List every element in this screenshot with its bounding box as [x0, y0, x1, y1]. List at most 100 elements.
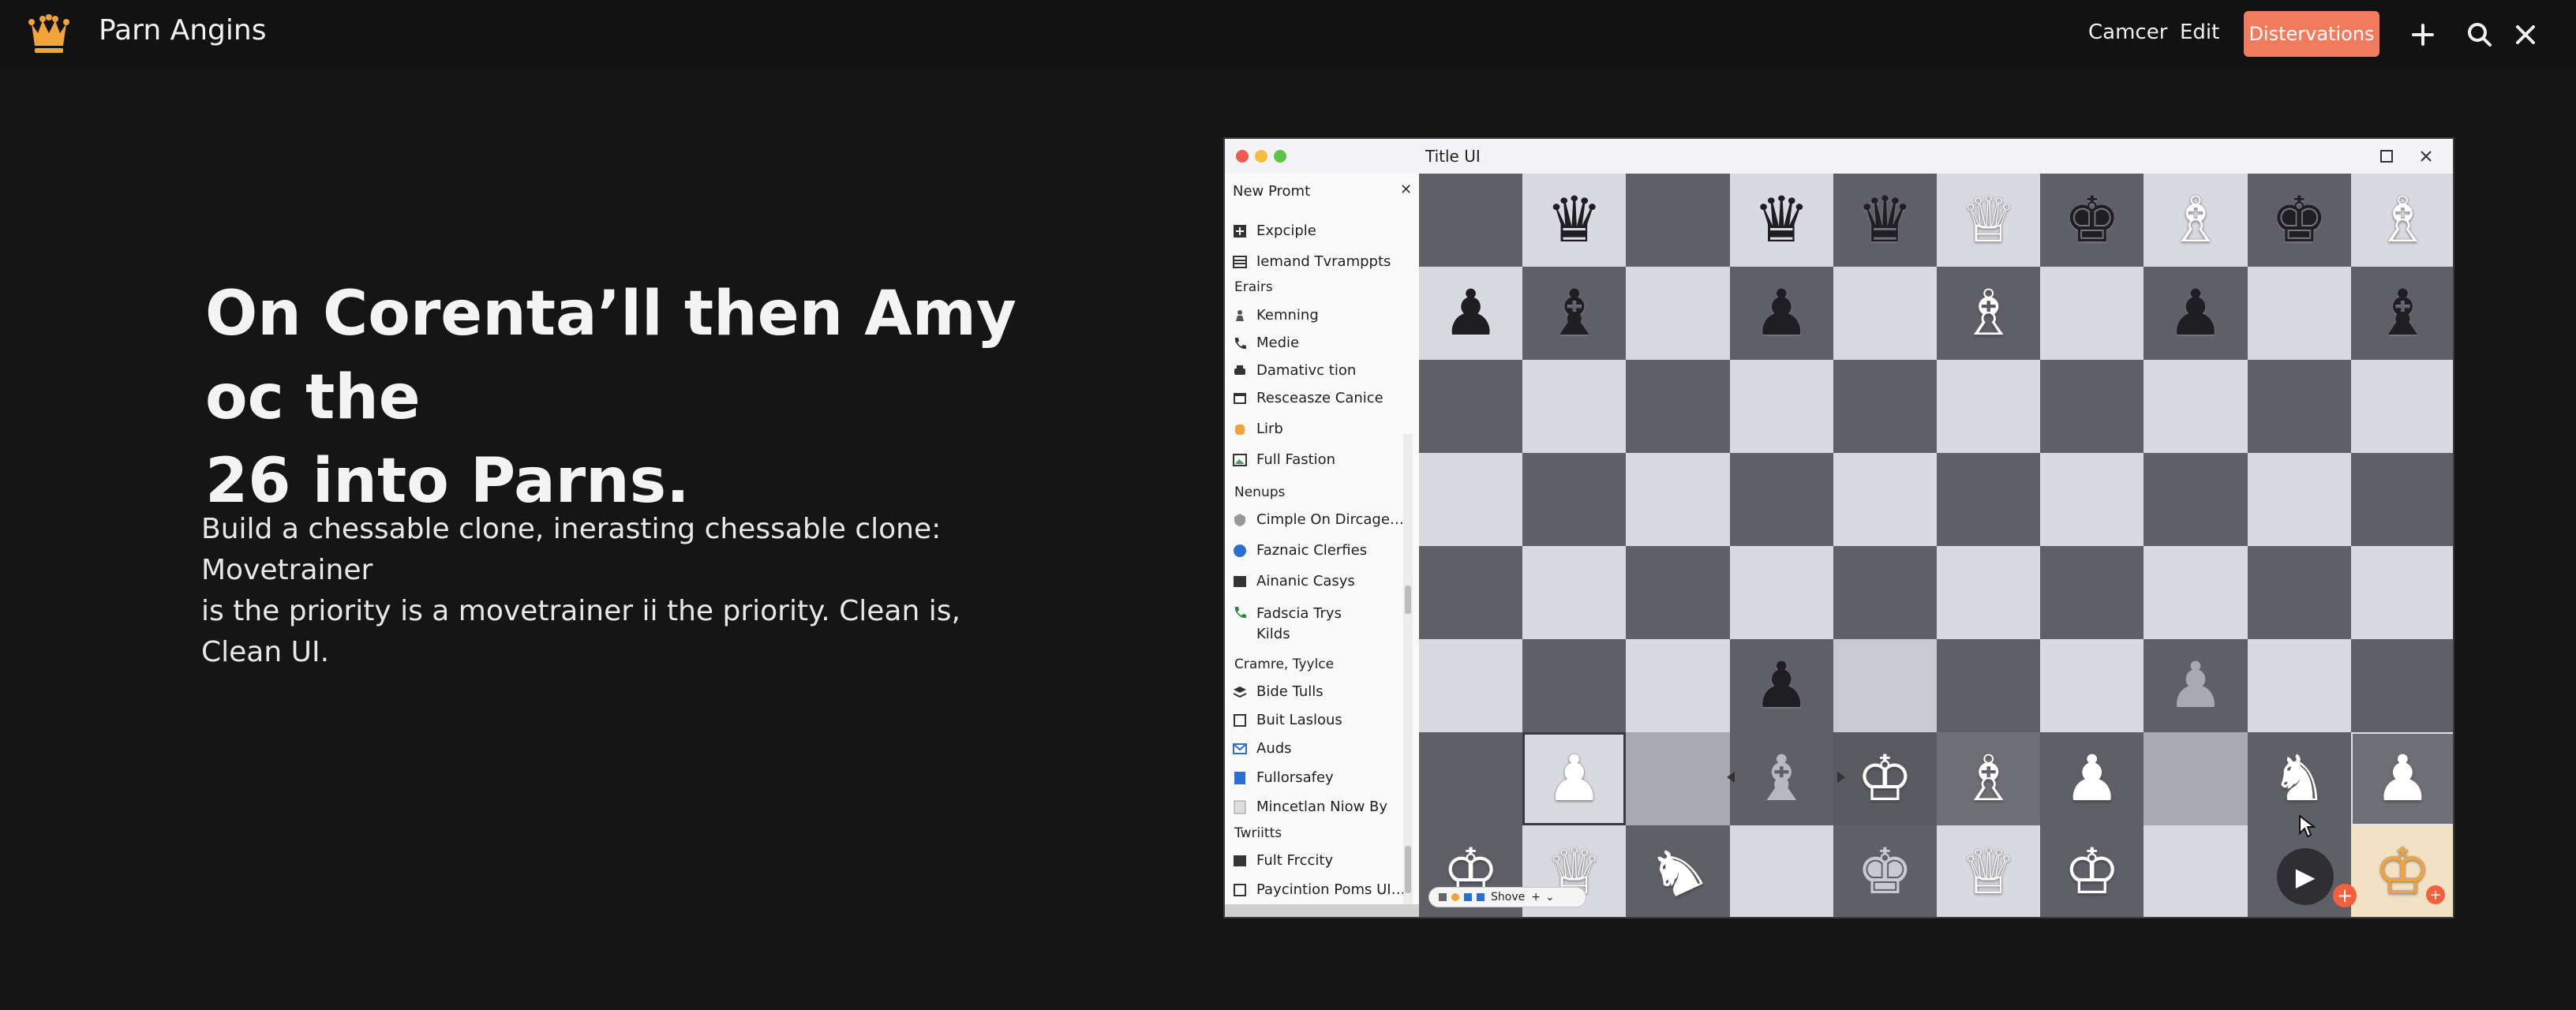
board-square[interactable]	[2144, 546, 2248, 639]
nav-link-camcer[interactable]: Camcer	[2088, 21, 2167, 44]
board-square[interactable]	[1419, 360, 1523, 453]
board-square[interactable]	[2040, 360, 2144, 453]
scroll-thumb[interactable]	[1405, 846, 1411, 893]
white-queen-piece[interactable]: ♕	[1937, 174, 2040, 267]
board-square[interactable]	[1626, 453, 1730, 546]
board-square[interactable]	[2350, 639, 2453, 732]
white-bishop-piece[interactable]: ♗	[2351, 174, 2453, 267]
board-square[interactable]	[1626, 360, 1730, 453]
board-square-highlighted[interactable]	[1626, 732, 1730, 825]
chevron-down-icon[interactable]: ⌄	[1545, 891, 1555, 903]
board-square[interactable]	[2040, 546, 2144, 639]
board-square[interactable]	[2247, 546, 2351, 639]
black-pawn-piece[interactable]: ♟	[1419, 267, 1522, 360]
sidebar-item[interactable]: Fult Frccity	[1233, 852, 1333, 869]
sidebar-item[interactable]: Cimple On Dircage…	[1233, 511, 1404, 528]
sidebar-item[interactable]: Auds	[1233, 740, 1292, 757]
panel-close-icon[interactable]: ✕	[1400, 181, 1412, 198]
sidebar-item[interactable]: Lirb	[1233, 421, 1283, 437]
info-icon[interactable]	[1464, 893, 1472, 901]
window-close-icon[interactable]	[2417, 147, 2436, 166]
board-square[interactable]	[1833, 453, 1937, 546]
board-square[interactable]	[1419, 732, 1523, 825]
board-square[interactable]	[1729, 360, 1833, 453]
board-square[interactable]	[1729, 546, 1833, 639]
white-pawn-piece[interactable]: ♟	[1522, 732, 1626, 825]
window-zoom-dot[interactable]	[1274, 150, 1286, 163]
board-square[interactable]	[2144, 453, 2248, 546]
board-square[interactable]	[2040, 267, 2144, 360]
black-bishop-piece[interactable]: ♝	[2351, 267, 2453, 360]
play-button[interactable]: ▶	[2277, 848, 2334, 905]
arrow-right-icon[interactable]	[1829, 765, 1853, 789]
white-pawn-piece[interactable]: ♟	[2351, 732, 2453, 825]
sidebar-item[interactable]: Bide Tulls	[1233, 683, 1324, 700]
black-pawn-piece[interactable]: ♟	[1730, 639, 1833, 732]
sidebar-item[interactable]: Medie	[1233, 335, 1299, 351]
arrow-left-icon[interactable]	[1719, 765, 1743, 789]
sidebar-item[interactable]: Iemand Tvramppts	[1233, 253, 1391, 270]
black-bishop-piece[interactable]: ♝	[1522, 267, 1626, 360]
board-square[interactable]	[2144, 360, 2248, 453]
board-square[interactable]	[1626, 174, 1730, 267]
board-square[interactable]	[2350, 360, 2453, 453]
white-queen-piece[interactable]: ♕	[1937, 825, 2040, 917]
white-bishop-piece[interactable]: ♗	[2144, 174, 2247, 267]
board-square[interactable]	[2247, 267, 2351, 360]
sidebar-item[interactable]: Fullorsafey	[1233, 769, 1334, 786]
board-square[interactable]	[1937, 360, 2041, 453]
board-square[interactable]	[1419, 174, 1523, 267]
chess-board[interactable]: ♛ ♛ ♛ ♕ ♚ ♗ ♚ ♗ ♟ ♝ ♟ ♗ ♟ ♝ ♟ ♟ ♟ ♝ ♔ ♗ …	[1419, 174, 2453, 917]
board-square[interactable]	[2040, 639, 2144, 732]
black-queen-piece[interactable]: ♛	[1522, 174, 1626, 267]
black-king-piece[interactable]: ♚	[2040, 174, 2144, 267]
black-queen-piece[interactable]: ♛	[1833, 174, 1937, 267]
board-square[interactable]	[1419, 546, 1523, 639]
flag-icon[interactable]	[1451, 893, 1459, 901]
white-king-piece[interactable]: ♔	[2040, 825, 2144, 917]
board-square[interactable]	[1522, 546, 1627, 639]
orange-king-piece[interactable]: ♔	[2351, 825, 2453, 917]
plus-small-icon[interactable]: +	[1531, 891, 1541, 903]
black-pawn-piece[interactable]: ♟	[2144, 267, 2247, 360]
undo-icon[interactable]	[1439, 893, 1447, 901]
primary-action-button[interactable]: Distervations	[2244, 11, 2379, 57]
board-square[interactable]	[1833, 360, 1937, 453]
add-move-badge[interactable]: +	[2333, 884, 2357, 907]
white-bishop-piece[interactable]: ♗	[1937, 732, 2040, 825]
board-square[interactable]	[1522, 360, 1627, 453]
board-square[interactable]	[2350, 546, 2453, 639]
window-minimize-dot[interactable]	[1255, 150, 1267, 163]
plus-icon[interactable]	[2407, 19, 2439, 50]
board-square[interactable]	[1937, 546, 2041, 639]
board-square[interactable]	[2247, 639, 2351, 732]
sidebar-item[interactable]: Paycintion Poms UI…	[1233, 881, 1406, 898]
sidebar-item[interactable]: Kemning	[1233, 307, 1319, 324]
board-square[interactable]	[2247, 360, 2351, 453]
board-square-highlighted[interactable]	[2144, 732, 2248, 825]
board-square[interactable]	[2247, 453, 2351, 546]
white-bishop-piece[interactable]: ♗	[1937, 267, 2040, 360]
sidebar-item[interactable]: Fadscia Trys Kilds	[1233, 604, 1342, 645]
board-square-highlighted[interactable]	[1833, 639, 1937, 732]
maximize-icon[interactable]	[2377, 147, 2396, 166]
board-square[interactable]	[1833, 546, 1937, 639]
add-move-badge[interactable]: +	[2426, 885, 2445, 904]
sidebar-item[interactable]: Full Fastion	[1233, 451, 1335, 468]
crown-logo-icon[interactable]	[27, 13, 71, 57]
nav-link-edit[interactable]: Edit	[2180, 21, 2219, 44]
sidebar-item[interactable]: Faznaic Clerfies	[1233, 542, 1367, 559]
board-square[interactable]	[1522, 453, 1627, 546]
board-square[interactable]	[1419, 639, 1523, 732]
search-icon[interactable]	[2464, 19, 2496, 50]
sidebar-item[interactable]: Ainanic Casys	[1233, 573, 1355, 589]
white-pawn-piece[interactable]: ♟	[2040, 732, 2144, 825]
board-square[interactable]	[2350, 453, 2453, 546]
board-square[interactable]	[1937, 639, 2041, 732]
sidebar-item[interactable]: Resceasze Canice	[1233, 390, 1383, 406]
board-square[interactable]	[1729, 825, 1833, 917]
board-square[interactable]	[1729, 453, 1833, 546]
board-square[interactable]	[1419, 453, 1523, 546]
board-mini-toolbar[interactable]: Shove + ⌄	[1428, 887, 1586, 907]
black-queen-piece[interactable]: ♛	[1730, 174, 1833, 267]
